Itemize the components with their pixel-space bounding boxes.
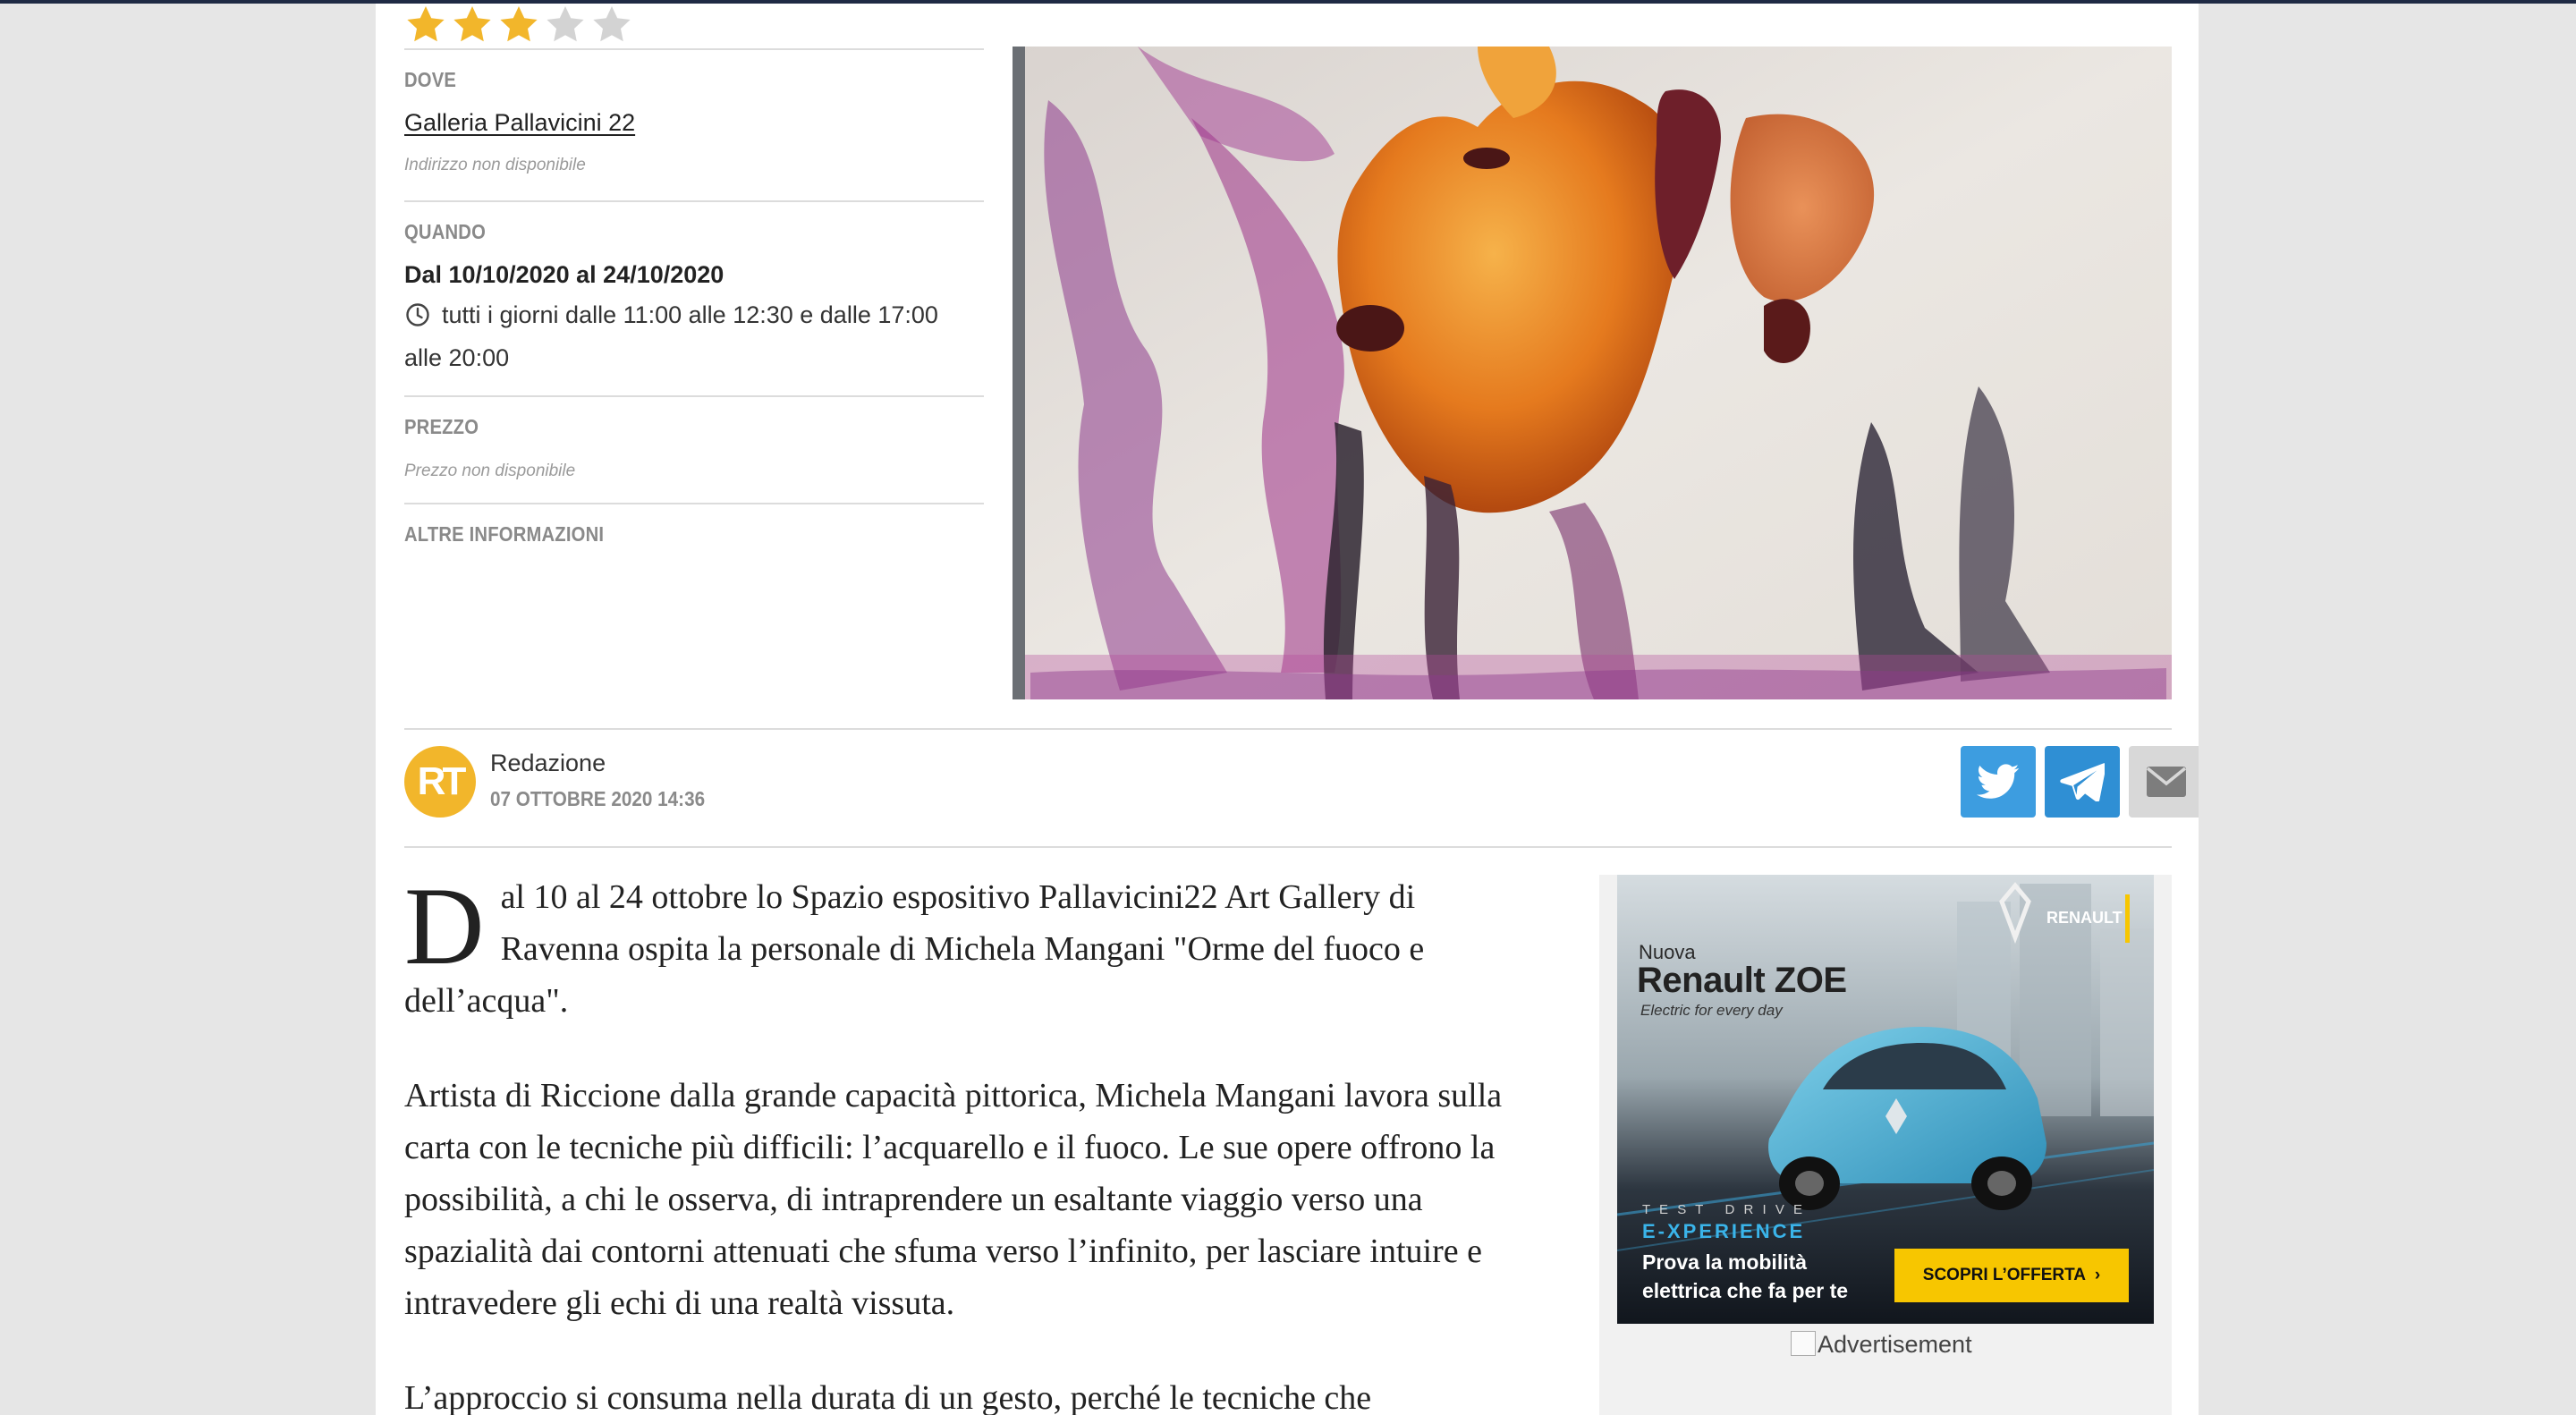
address-text: Indirizzo non disponibile [404, 156, 586, 174]
other-info-label: ALTRE INFORMAZIONI [404, 522, 605, 546]
article-paragraph-1: Dal 10 al 24 ottobre lo Spazio espositiv… [404, 871, 1522, 1027]
paragraph-1-text: al 10 al 24 ottobre lo Spazio espositivo… [404, 878, 1425, 1020]
share-telegram-button[interactable] [2045, 746, 2120, 818]
article-body: Dal 10 al 24 ottobre lo Spazio espositiv… [404, 871, 1522, 1415]
ad-promo-line-2: elettrica che fa per te [1642, 1279, 1849, 1302]
where-section: DOVE Galleria Pallavicini 22 Indirizzo n… [404, 48, 984, 200]
star-filled-icon [500, 6, 538, 42]
ad-model: Renault ZOE [1637, 961, 1847, 1000]
when-label: QUANDO [404, 220, 487, 243]
event-artwork-image [1013, 47, 2172, 699]
price-value: Prezzo non disponibile [404, 462, 576, 480]
renault-advertisement[interactable]: RENAULT Nuova Renault ZOE Electric for e… [1617, 875, 2154, 1324]
share-email-button[interactable] [2129, 746, 2199, 818]
ad-tagline: Electric for every day [1640, 1002, 1783, 1019]
other-info-section: ALTRE INFORMAZIONI [404, 503, 984, 576]
author-name[interactable]: Redazione [490, 750, 606, 777]
drop-cap: D [404, 865, 485, 987]
ad-caption: Advertisement [1791, 1331, 1972, 1359]
author-avatar[interactable]: RT [404, 746, 476, 818]
star-empty-icon [593, 6, 631, 42]
hours-line-2: alle 20:00 [404, 344, 510, 371]
event-dates: Dal 10/10/2020 al 24/10/2020 [404, 261, 724, 288]
article-paragraph-3: L’approccio si consuma nella durata di u… [404, 1379, 1372, 1415]
where-label: DOVE [404, 68, 457, 91]
clock-icon [406, 303, 429, 326]
email-icon [2147, 767, 2186, 797]
star-filled-icon [407, 6, 445, 42]
article-paragraph-2: Artista di Riccione dalla grande capacit… [404, 1077, 1503, 1322]
venue-link[interactable]: Galleria Pallavicini 22 [404, 109, 635, 136]
share-twitter-button[interactable] [1961, 746, 2036, 818]
telegram-icon [2060, 763, 2105, 801]
publish-date: 07 OTTOBRE 2020 14:36 [490, 787, 706, 810]
ad-promo-line-1: Prova la mobilità [1642, 1250, 1808, 1274]
author-bar: RT Redazione 07 OTTOBRE 2020 14:36 [404, 728, 2199, 848]
ad-test-drive: T E S T D R I V E [1642, 1202, 1806, 1217]
opening-hours: tutti i giorni dalle 11:00 alle 12:30 e … [404, 293, 984, 379]
ad-caption-text: Advertisement [1818, 1331, 1972, 1358]
twitter-icon [1977, 764, 2020, 799]
price-label: PREZZO [404, 415, 479, 438]
page-content: DOVE Galleria Pallavicini 22 Indirizzo n… [376, 4, 2199, 1415]
ad-cta-button[interactable]: SCOPRI L’OFFERTA › [1894, 1249, 2129, 1302]
price-section: PREZZO Prezzo non disponibile [404, 395, 984, 504]
hours-line-1: tutti i giorni dalle 11:00 alle 12:30 e … [442, 301, 938, 328]
ad-brand: RENAULT [2046, 909, 2123, 927]
rating-stars [404, 4, 633, 47]
star-filled-icon [453, 6, 491, 42]
star-empty-icon [547, 6, 584, 42]
broken-image-icon [1791, 1331, 1816, 1356]
ad-experience: E-XPERIENCE [1642, 1220, 1806, 1242]
when-section: QUANDO Dal 10/10/2020 al 24/10/2020 tutt… [404, 200, 984, 397]
